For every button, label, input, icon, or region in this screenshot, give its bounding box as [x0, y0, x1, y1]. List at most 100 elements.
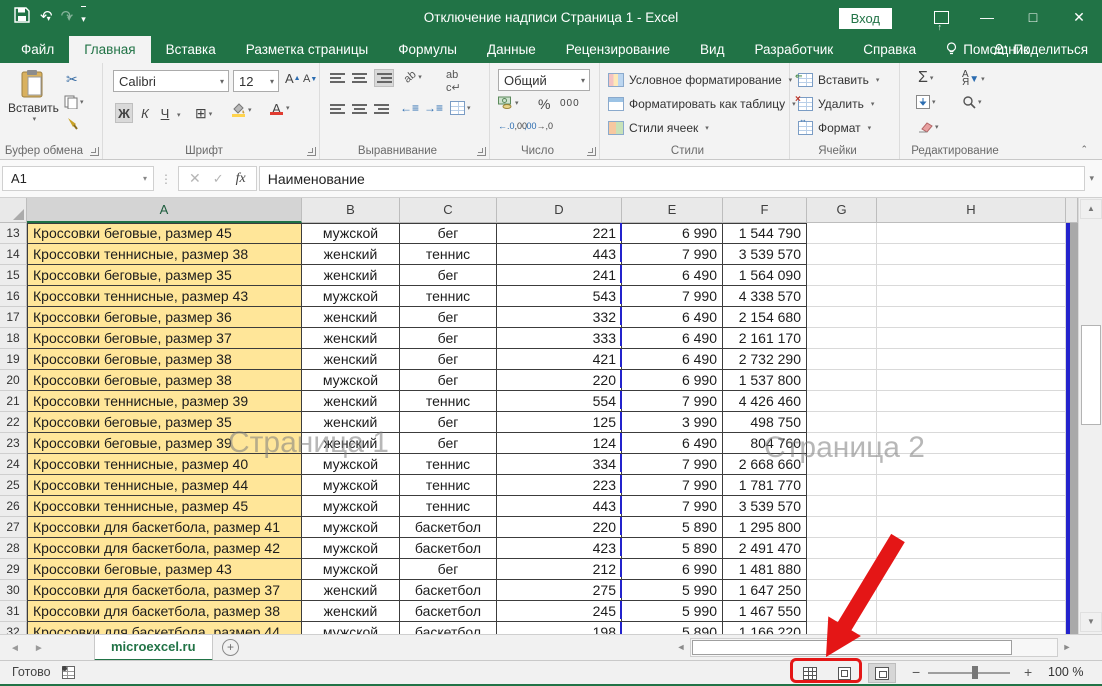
cell[interactable]: 3 539 570 [723, 496, 807, 517]
tab-view[interactable]: Вид [685, 36, 739, 63]
cell[interactable]: мужской [302, 538, 400, 559]
row-header[interactable]: 21 [0, 391, 27, 412]
cell[interactable] [807, 538, 877, 559]
cell[interactable]: 2 668 660 [723, 454, 807, 475]
row-header[interactable]: 15 [0, 265, 27, 286]
cell[interactable] [877, 538, 1066, 559]
cell[interactable]: Кроссовки теннисные, размер 38 [27, 244, 302, 265]
cell[interactable] [807, 391, 877, 412]
cell-styles-button[interactable]: Стили ячеек▾ [608, 117, 709, 139]
row-header[interactable]: 26 [0, 496, 27, 517]
row-header[interactable]: 25 [0, 475, 27, 496]
cell[interactable]: теннис [400, 475, 497, 496]
row-header[interactable]: 28 [0, 538, 27, 559]
cell[interactable]: 332 [497, 307, 622, 328]
number-dialog-launcher[interactable] [587, 147, 596, 156]
cell[interactable]: 4 338 570 [723, 286, 807, 307]
cell[interactable] [877, 454, 1066, 475]
cell[interactable]: 1 564 090 [723, 265, 807, 286]
align-left-button[interactable] [330, 103, 345, 115]
row-header[interactable]: 23 [0, 433, 27, 454]
align-top-button[interactable] [330, 72, 345, 84]
cell[interactable]: теннис [400, 496, 497, 517]
align-bottom-button[interactable] [374, 69, 394, 87]
column-header-h[interactable]: H [877, 198, 1066, 223]
cell[interactable]: женский [302, 328, 400, 349]
cell[interactable]: женский [302, 412, 400, 433]
cell[interactable]: мужской [302, 370, 400, 391]
paste-button[interactable]: Вставить ▾ [8, 69, 59, 123]
cell[interactable] [877, 391, 1066, 412]
cell[interactable]: баскетбол [400, 538, 497, 559]
cell[interactable]: 4 426 460 [723, 391, 807, 412]
maximize-button[interactable]: □ [1010, 0, 1056, 36]
page-break-preview-button[interactable] [868, 663, 896, 683]
cell[interactable]: бег [400, 265, 497, 286]
vertical-scrollbar[interactable]: ▲ ▼ [1078, 198, 1102, 634]
cell[interactable] [877, 307, 1066, 328]
cell[interactable] [877, 433, 1066, 454]
cell[interactable]: Кроссовки беговые, размер 38 [27, 370, 302, 391]
insert-cells-button[interactable]: ⇐ Вставить▾ [798, 69, 879, 91]
row-header[interactable]: 22 [0, 412, 27, 433]
cell[interactable]: бег [400, 307, 497, 328]
cell[interactable]: 5 890 [622, 538, 723, 559]
find-select-button[interactable]: ▾ [962, 95, 982, 109]
column-header-b[interactable]: B [302, 198, 400, 223]
cell[interactable]: 275 [497, 580, 622, 601]
cell[interactable]: Кроссовки беговые, размер 45 [27, 223, 302, 244]
cell[interactable]: 7 990 [622, 391, 723, 412]
cell[interactable]: 245 [497, 601, 622, 622]
cell[interactable] [807, 496, 877, 517]
cell[interactable]: 443 [497, 496, 622, 517]
insert-function-button[interactable]: fx [236, 171, 246, 187]
cell[interactable]: мужской [302, 517, 400, 538]
cell[interactable] [807, 433, 877, 454]
cell[interactable]: 220 [497, 370, 622, 391]
row-header[interactable]: 30 [0, 580, 27, 601]
grow-font-button[interactable]: А▲ [285, 71, 301, 86]
cell[interactable] [807, 622, 877, 634]
conditional-formatting-button[interactable]: Условное форматирование▾ [608, 69, 792, 91]
cell[interactable]: Кроссовки теннисные, размер 43 [27, 286, 302, 307]
borders-button[interactable]: ⊞▾ [195, 105, 212, 122]
underline-dropdown[interactable]: ▾ [177, 111, 181, 119]
hscroll-right-button[interactable]: ► [1058, 638, 1076, 657]
row-header[interactable]: 13 [0, 223, 27, 244]
cell[interactable] [877, 328, 1066, 349]
cell[interactable] [877, 265, 1066, 286]
format-as-table-button[interactable]: Форматировать как таблицу▾ [608, 93, 796, 115]
row-header[interactable]: 29 [0, 559, 27, 580]
cell[interactable]: 3 990 [622, 412, 723, 433]
cell[interactable]: Кроссовки для баскетбола, размер 44 [27, 622, 302, 634]
cell[interactable]: 7 990 [622, 244, 723, 265]
copy-button[interactable]: ▾ [64, 95, 84, 109]
cell[interactable]: 1 467 550 [723, 601, 807, 622]
comma-style-button[interactable]: 000 [560, 98, 580, 109]
cell[interactable]: 443 [497, 244, 622, 265]
cell[interactable]: 421 [497, 349, 622, 370]
share-button[interactable]: Поделиться [993, 36, 1088, 63]
cell[interactable]: Кроссовки беговые, размер 38 [27, 349, 302, 370]
cell[interactable]: женский [302, 307, 400, 328]
tab-help[interactable]: Справка [848, 36, 931, 63]
cell[interactable]: бег [400, 559, 497, 580]
next-sheet-button[interactable]: ► [34, 643, 44, 654]
cell[interactable]: женский [302, 244, 400, 265]
cell[interactable]: 1 647 250 [723, 580, 807, 601]
row-header[interactable]: 18 [0, 328, 27, 349]
cell[interactable]: 1 295 800 [723, 517, 807, 538]
collapse-ribbon-button[interactable]: ⌃ [1080, 144, 1088, 155]
cell[interactable]: 554 [497, 391, 622, 412]
cell[interactable]: бег [400, 433, 497, 454]
cell[interactable] [877, 412, 1066, 433]
tab-page-layout[interactable]: Разметка страницы [231, 36, 383, 63]
row-header[interactable]: 32 [0, 622, 27, 634]
normal-view-button[interactable] [796, 663, 824, 683]
cell[interactable]: 5 890 [622, 517, 723, 538]
italic-button[interactable]: К [137, 103, 153, 123]
undo-button[interactable]: ↶▾ [40, 6, 51, 30]
cell[interactable]: баскетбол [400, 622, 497, 634]
cell[interactable]: 423 [497, 538, 622, 559]
orientation-button[interactable]: ab▾ [404, 71, 422, 83]
